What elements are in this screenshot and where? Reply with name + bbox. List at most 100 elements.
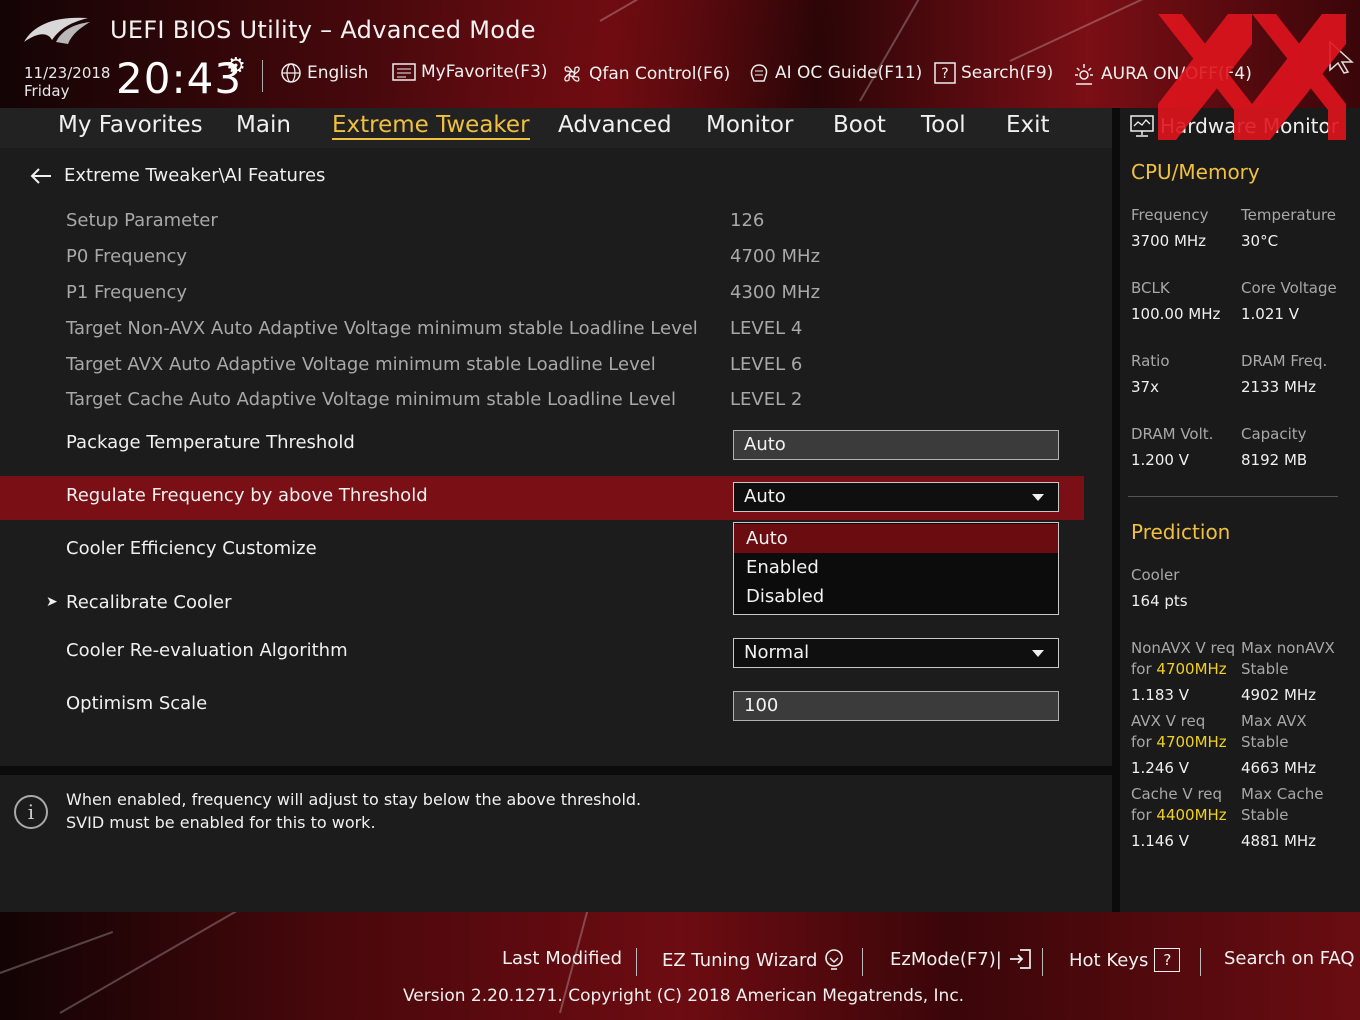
tab-monitor[interactable]: Monitor bbox=[706, 112, 793, 138]
lightbulb-icon bbox=[825, 949, 844, 970]
tab-main[interactable]: Main bbox=[236, 112, 291, 138]
footer-bar: Last Modified EZ Tuning Wizard EzMode(F7… bbox=[0, 912, 1360, 1020]
dram-volt-label: DRAM Volt. bbox=[1131, 425, 1214, 443]
max-nonavx-stable: Stable bbox=[1241, 660, 1289, 678]
max-cache-value: 4881 MHz bbox=[1241, 832, 1317, 850]
help-text-line-1: When enabled, frequency will adjust to s… bbox=[66, 790, 642, 809]
bclk-value: 100.00 MHz bbox=[1131, 305, 1221, 323]
language-button[interactable]: English bbox=[280, 62, 368, 84]
nonavx-req-value: 1.183 V bbox=[1131, 686, 1189, 704]
cooler-reeval-label: Cooler Re-evaluation Algorithm bbox=[66, 640, 348, 661]
option-disabled[interactable]: Disabled bbox=[734, 582, 1058, 611]
header-bar: UEFI BIOS Utility – Advanced Mode 11/23/… bbox=[0, 0, 1360, 108]
max-avx-value: 4663 MHz bbox=[1241, 759, 1317, 777]
tab-my-favorites[interactable]: My Favorites bbox=[58, 112, 203, 138]
avx-loadline-label: Target AVX Auto Adaptive Voltage minimum… bbox=[66, 354, 656, 375]
regulate-frequency-label: Regulate Frequency by above Threshold bbox=[66, 485, 428, 506]
regulate-frequency-dropdown[interactable]: Auto bbox=[733, 482, 1059, 512]
settings-panel: Extreme Tweaker\AI Features Setup Parame… bbox=[0, 148, 1112, 766]
caret-down-icon bbox=[1032, 650, 1044, 657]
nonavx-req-label: NonAVX V req bbox=[1131, 639, 1236, 657]
hardware-monitor-label: Hardware Monitor bbox=[1160, 114, 1339, 138]
aura-toggle-button[interactable]: AURA ON/OFF(F4) bbox=[1072, 62, 1252, 86]
divider bbox=[1042, 948, 1043, 976]
cooler-efficiency-label[interactable]: Cooler Efficiency Customize bbox=[66, 538, 317, 559]
tab-extreme-tweaker[interactable]: Extreme Tweaker bbox=[332, 112, 530, 140]
clock-display: 20:43 bbox=[116, 54, 243, 103]
ez-tuning-wizard-button[interactable]: EZ Tuning Wizard bbox=[662, 948, 845, 972]
nonavx-loadline-value: LEVEL 4 bbox=[730, 318, 803, 339]
date-text: 11/23/2018 bbox=[24, 64, 111, 82]
caret-down-icon bbox=[1032, 494, 1044, 501]
package-temp-threshold-field[interactable]: Auto bbox=[733, 430, 1059, 460]
ezmode-label: EzMode(F7)| bbox=[890, 948, 1002, 970]
my-favorite-button[interactable]: MyFavorite(F3) bbox=[392, 62, 548, 82]
tab-boot[interactable]: Boot bbox=[833, 112, 886, 138]
search-label: Search(F9) bbox=[961, 63, 1054, 83]
breadcrumb-path: Extreme Tweaker\AI Features bbox=[64, 165, 326, 186]
ai-oc-guide-label: AI OC Guide(F11) bbox=[775, 63, 923, 83]
frequency-label: Frequency bbox=[1131, 206, 1209, 224]
decorative-streak bbox=[59, 912, 286, 1014]
app-title: UEFI BIOS Utility – Advanced Mode bbox=[110, 16, 536, 44]
date-display: 11/23/2018 Friday bbox=[24, 64, 110, 100]
hot-keys-label: Hot Keys bbox=[1069, 949, 1149, 971]
decorative-streak bbox=[859, 0, 951, 102]
cooler-label: Cooler bbox=[1131, 566, 1180, 584]
qfan-control-label: Qfan Control(F6) bbox=[589, 64, 731, 84]
back-arrow-icon[interactable] bbox=[30, 167, 52, 184]
max-nonavx-value: 4902 MHz bbox=[1241, 686, 1317, 704]
search-button[interactable]: ? Search(F9) bbox=[934, 62, 1053, 84]
capacity-value: 8192 MB bbox=[1241, 451, 1308, 469]
core-voltage-value: 1.021 V bbox=[1241, 305, 1299, 323]
option-auto[interactable]: Auto bbox=[734, 524, 1058, 553]
divider bbox=[636, 948, 637, 976]
fan-icon bbox=[564, 66, 580, 82]
globe-icon bbox=[281, 63, 301, 83]
setup-parameter-label: Setup Parameter bbox=[66, 210, 218, 231]
gear-icon[interactable]: ⚙ bbox=[226, 54, 246, 79]
favorite-icon bbox=[392, 63, 416, 81]
cache-for-text: for bbox=[1131, 806, 1152, 824]
core-voltage-label: Core Voltage bbox=[1241, 279, 1337, 297]
bclk-label: BCLK bbox=[1131, 279, 1170, 297]
temperature-value: 30°C bbox=[1241, 232, 1279, 250]
cache-loadline-value: LEVEL 2 bbox=[730, 389, 803, 410]
regulate-frequency-options: Auto Enabled Disabled bbox=[733, 522, 1059, 615]
cpu-memory-heading: CPU/Memory bbox=[1131, 160, 1260, 184]
cache-req-label: Cache V req bbox=[1131, 785, 1223, 803]
exit-mode-icon bbox=[1009, 949, 1031, 969]
optimism-scale-label: Optimism Scale bbox=[66, 693, 208, 714]
cooler-reeval-dropdown[interactable]: Normal bbox=[733, 638, 1059, 668]
my-favorite-label: MyFavorite(F3) bbox=[421, 62, 548, 82]
avx-req-value: 1.246 V bbox=[1131, 759, 1189, 777]
ezmode-button[interactable]: EzMode(F7)| bbox=[890, 948, 1032, 970]
recalibrate-cooler-item[interactable]: Recalibrate Cooler bbox=[66, 592, 231, 613]
hot-keys-button[interactable]: Hot Keys ? bbox=[1069, 948, 1181, 972]
main-menu-bar: My Favorites Main Extreme Tweaker Advanc… bbox=[0, 108, 1112, 148]
prediction-heading: Prediction bbox=[1131, 520, 1231, 544]
last-modified-button[interactable]: Last Modified bbox=[502, 948, 622, 969]
tab-tool[interactable]: Tool bbox=[921, 112, 966, 138]
nonavx-loadline-label: Target Non-AVX Auto Adaptive Voltage min… bbox=[66, 318, 698, 339]
tab-advanced[interactable]: Advanced bbox=[558, 112, 672, 138]
submenu-arrow-icon: ➤ bbox=[46, 594, 58, 610]
max-avx-label: Max AVX bbox=[1241, 712, 1307, 730]
optimism-scale-field[interactable]: 100 bbox=[733, 691, 1059, 721]
search-on-faq-button[interactable]: Search on FAQ bbox=[1224, 948, 1355, 969]
ratio-label: Ratio bbox=[1131, 352, 1170, 370]
p0-frequency-label: P0 Frequency bbox=[66, 246, 188, 267]
temperature-label: Temperature bbox=[1241, 206, 1337, 224]
option-enabled[interactable]: Enabled bbox=[734, 553, 1058, 582]
decorative-streak bbox=[1009, 0, 1192, 62]
decorative-streak bbox=[599, 0, 826, 22]
rog-logo-icon bbox=[24, 17, 90, 44]
nonavx-freq: 4700MHz bbox=[1156, 660, 1227, 678]
tab-exit[interactable]: Exit bbox=[1006, 112, 1050, 138]
cache-loadline-label: Target Cache Auto Adaptive Voltage minim… bbox=[66, 389, 676, 410]
max-nonavx-label: Max nonAVX bbox=[1241, 639, 1335, 657]
qfan-control-button[interactable]: Qfan Control(F6) bbox=[560, 62, 730, 86]
nonavx-for-line: for 4700MHz bbox=[1131, 660, 1227, 678]
ez-tuning-wizard-label: EZ Tuning Wizard bbox=[662, 949, 818, 971]
ai-oc-guide-button[interactable]: AI OC Guide(F11) bbox=[748, 62, 922, 84]
